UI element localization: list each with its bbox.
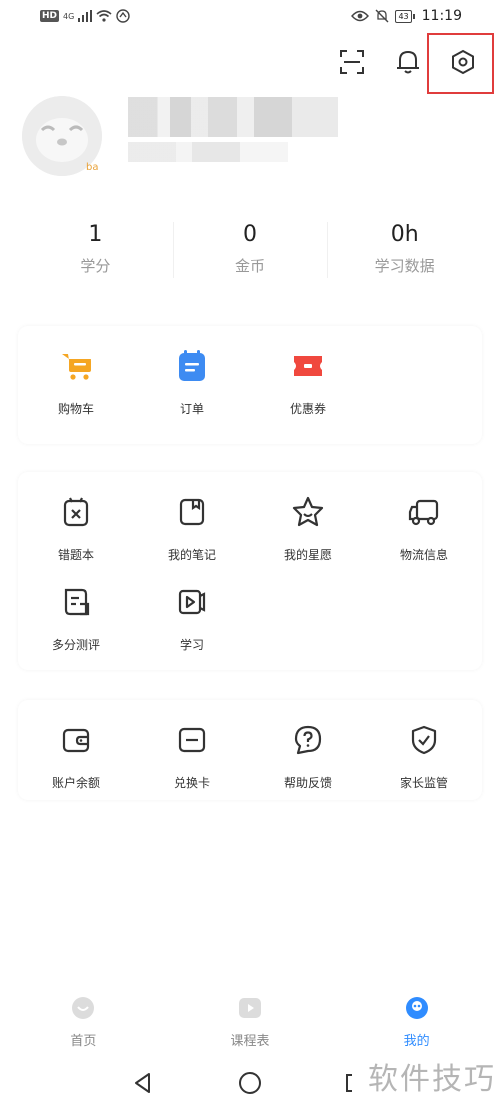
logistics-truck-icon — [406, 494, 442, 530]
grid-item-wrong-question-book[interactable]: 错题本 — [18, 472, 134, 562]
wifi-icon — [96, 10, 112, 22]
eye-comfort-icon — [351, 10, 370, 22]
video-study-icon — [174, 584, 210, 620]
grid-item-logistics[interactable]: 物流信息 — [366, 472, 482, 562]
stats-row: 1 学分 0 金币 0h 学习数据 — [18, 210, 482, 290]
grid-item-star-wish[interactable]: 我的星愿 — [250, 472, 366, 562]
tab-home[interactable]: 首页 — [0, 990, 167, 1052]
hd-badge: HD — [40, 10, 60, 22]
coupon-icon — [290, 348, 326, 384]
order-icon — [174, 348, 210, 384]
recents-square-icon — [346, 1074, 352, 1092]
stat-label: 学习数据 — [374, 257, 435, 275]
my-icon — [405, 997, 428, 1019]
system-home-button[interactable] — [235, 1068, 265, 1098]
grid-item-label: 学习 — [179, 638, 204, 652]
network-type: 4G — [63, 11, 75, 21]
tab-label: 课程表 — [230, 1034, 270, 1049]
grid-item-study[interactable]: 学习 — [134, 562, 250, 652]
avatar-level-badge: ba — [86, 162, 99, 173]
grid-item-label: 我的笔记 — [167, 548, 216, 562]
stat-value: 0h — [390, 222, 419, 247]
user-info-blurred — [128, 142, 288, 162]
grid-item-parental-control[interactable]: 家长监管 — [366, 700, 482, 790]
status-right: 43 11:19 — [351, 8, 462, 24]
grid-item-label: 物流信息 — [399, 548, 448, 562]
settings-highlight-box — [427, 33, 494, 94]
scan-icon — [340, 50, 364, 74]
username-blurred — [128, 97, 338, 137]
tab-label: 我的 — [403, 1034, 430, 1049]
app-notification-icon — [116, 9, 131, 23]
shopping-cart-icon — [58, 348, 94, 384]
grid-item-label: 优惠券 — [289, 402, 326, 416]
grid-item-order[interactable]: 订单 — [134, 326, 250, 416]
account-card: 账户余额 兑换卡 帮助反馈 家长监管 — [18, 700, 482, 800]
notes-icon — [174, 494, 210, 530]
mute-icon — [375, 9, 389, 23]
grid-item-my-notes[interactable]: 我的笔记 — [134, 472, 250, 562]
grid-item-label: 多分测评 — [51, 638, 100, 652]
stat-credits[interactable]: 1 学分 — [18, 210, 173, 290]
stat-coins[interactable]: 0 金币 — [172, 210, 328, 290]
grid-item-redeem-card[interactable]: 兑换卡 — [134, 700, 250, 790]
watermark: 软件技巧 — [368, 1062, 496, 1097]
stat-value: 0 — [243, 222, 257, 247]
status-left: HD 4G — [40, 9, 131, 23]
stat-study-data[interactable]: 0h 学习数据 — [327, 210, 482, 290]
grid-item-label: 购物车 — [57, 402, 94, 416]
grid-item-label: 帮助反馈 — [283, 776, 332, 790]
grid-item-help-feedback[interactable]: 帮助反馈 — [250, 700, 366, 790]
bottom-tab-bar: 首页 课程表 我的 — [0, 990, 500, 1052]
back-triangle-icon — [135, 1073, 150, 1093]
schedule-icon — [239, 998, 261, 1018]
stat-value: 1 — [88, 222, 103, 247]
grid-item-label: 兑换卡 — [173, 776, 210, 790]
stat-label: 金币 — [235, 257, 266, 275]
tab-label: 首页 — [70, 1034, 97, 1049]
grid-item-account-balance[interactable]: 账户余额 — [18, 700, 134, 790]
star-wish-icon — [290, 494, 326, 530]
bell-icon — [397, 50, 419, 74]
study-card: 错题本 我的笔记 我的星愿 物流信息 多分测评 学习 — [18, 472, 482, 670]
grid-item-label: 错题本 — [57, 548, 94, 562]
tab-my[interactable]: 我的 — [333, 990, 500, 1052]
system-recents-button[interactable] — [340, 1068, 370, 1098]
stat-label: 学分 — [80, 257, 111, 275]
wallet-icon — [58, 722, 94, 758]
grid-item-label: 我的星愿 — [283, 548, 332, 562]
signal-icon — [78, 10, 93, 22]
top-toolbar — [0, 38, 500, 86]
grid-item-shopping-cart[interactable]: 购物车 — [18, 326, 134, 416]
home-icon — [72, 997, 95, 1019]
clock: 11:19 — [421, 8, 462, 24]
parental-control-shield-icon — [406, 722, 442, 758]
battery-indicator: 43 — [395, 9, 415, 23]
shop-card: 购物车 订单 优惠券 — [18, 326, 482, 444]
grid-item-label: 家长监管 — [399, 776, 448, 790]
scan-button[interactable] — [332, 42, 372, 82]
grid-item-label: 账户余额 — [51, 776, 100, 790]
redeem-card-icon — [174, 722, 210, 758]
assessment-icon — [58, 584, 94, 620]
notification-button[interactable] — [388, 42, 428, 82]
help-feedback-icon — [290, 722, 326, 758]
grid-item-label: 订单 — [179, 402, 204, 416]
wrong-question-book-icon — [58, 494, 94, 530]
status-bar: HD 4G 43 11:19 — [0, 0, 500, 36]
grid-item-assessment[interactable]: 多分测评 — [18, 562, 134, 652]
grid-item-coupon[interactable]: 优惠券 — [250, 326, 366, 416]
home-circle-icon — [239, 1072, 261, 1094]
tab-schedule[interactable]: 课程表 — [167, 990, 334, 1052]
system-back-button[interactable] — [128, 1068, 158, 1098]
